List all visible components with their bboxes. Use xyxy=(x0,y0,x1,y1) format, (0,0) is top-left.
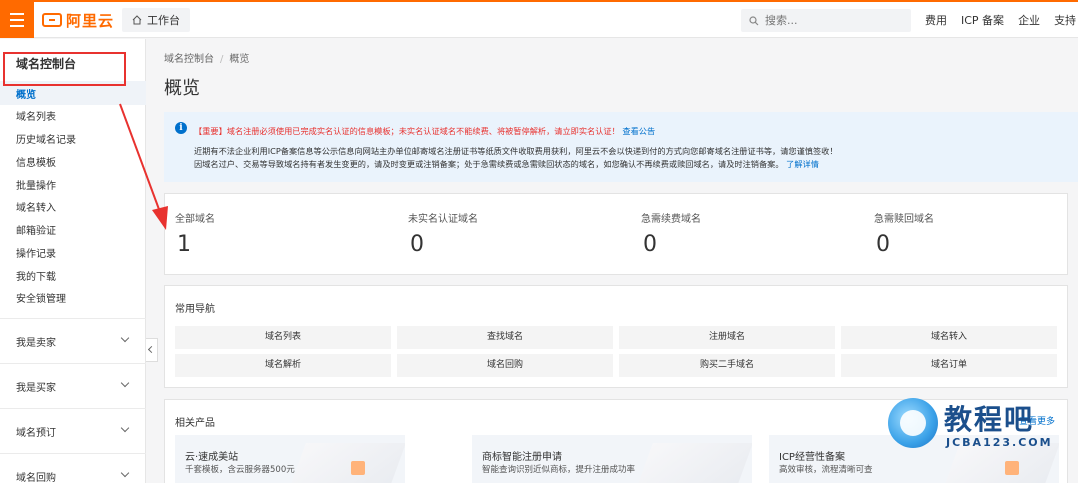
top-bar: 阿里云 工作台 费用 ICP 备案 企业 支持 工 xyxy=(0,2,1078,38)
notice-line-3: 因域名过户、交易等导致域名持有者发生变更的，请及时变更或注销备案；处于急需续费或… xyxy=(194,158,819,170)
sidebar: 域名控制台 概览 域名列表 历史域名记录 信息模板 批量操作 域名转入 邮箱验证… xyxy=(0,39,146,483)
product-desc: 智能查询识别近似商标，提升注册成功率 xyxy=(482,465,636,475)
notice-banner: i 【重要】域名注册必须使用已完成实名认证的信息模板；未实名认证域名不能续费、将… xyxy=(164,112,1078,182)
sidebar-group-reserve[interactable]: 域名预订 xyxy=(0,408,146,453)
aliyun-logo[interactable]: 阿里云 xyxy=(42,10,114,30)
product-desc: 高效审核，流程清晰可查 xyxy=(779,465,873,475)
product-title: ICP经营性备案 xyxy=(779,452,845,463)
product-illustration xyxy=(631,443,752,483)
sidebar-group-label: 我是买家 xyxy=(16,383,56,394)
sidebar-item-downloads[interactable]: 我的下载 xyxy=(16,268,56,283)
sidebar-item-security-lock[interactable]: 安全锁管理 xyxy=(16,290,66,305)
info-icon: i xyxy=(175,122,187,134)
watermark: 教程吧 JCBA123.COM xyxy=(888,398,1063,452)
top-link-icp[interactable]: ICP 备案 xyxy=(961,12,1004,28)
nav-domain-list-button[interactable]: 域名列表 xyxy=(175,326,391,349)
stat-value[interactable]: 0 xyxy=(643,232,657,257)
nav-register-domain-button[interactable]: 注册域名 xyxy=(619,326,835,349)
stats-card: 全部域名 1 未实名认证域名 0 急需续费域名 0 急需赎回域名 0 xyxy=(164,193,1068,275)
chevron-left-icon xyxy=(147,345,156,354)
product-illustration xyxy=(284,443,405,483)
nav-orders-button[interactable]: 域名订单 xyxy=(841,354,1057,377)
sidebar-item-transfer-in[interactable]: 域名转入 xyxy=(16,199,56,214)
watermark-subtitle: JCBA123.COM xyxy=(946,436,1053,449)
quick-nav-title: 常用导航 xyxy=(175,304,215,315)
stat-value[interactable]: 1 xyxy=(177,232,191,257)
breadcrumb: 域名控制台 / 概览 xyxy=(164,54,250,65)
product-illustration-accent xyxy=(1005,461,1019,475)
top-link-fee[interactable]: 费用 xyxy=(925,12,947,28)
chevron-down-icon xyxy=(120,333,130,343)
aliyun-logo-icon xyxy=(42,13,62,27)
products-title: 相关产品 xyxy=(175,418,215,429)
workbench-button[interactable]: 工作台 xyxy=(122,8,190,32)
search-input[interactable] xyxy=(765,14,905,27)
sidebar-item-history[interactable]: 历史域名记录 xyxy=(16,131,76,146)
stat-label: 急需赎回域名 xyxy=(874,214,934,225)
notice-important-text: 【重要】域名注册必须使用已完成实名认证的信息模板；未实名认证域名不能续费、将被暂… xyxy=(194,126,620,136)
notice-link[interactable]: 查看公告 xyxy=(622,126,655,136)
sidebar-group-label: 域名回购 xyxy=(16,473,56,483)
stat-value[interactable]: 0 xyxy=(876,232,890,257)
watermark-logo-icon xyxy=(888,398,938,448)
product-title: 商标智能注册申请 xyxy=(482,452,562,463)
chevron-down-icon xyxy=(120,468,130,478)
sidebar-item-templates[interactable]: 信息模板 xyxy=(16,154,56,169)
notice-important: 【重要】域名注册必须使用已完成实名认证的信息模板；未实名认证域名不能续费、将被暂… xyxy=(194,125,655,137)
sidebar-group-label: 域名预订 xyxy=(16,428,56,439)
sidebar-group-buyback[interactable]: 域名回购 xyxy=(0,453,146,483)
annotation-box xyxy=(3,52,126,86)
breadcrumb-console[interactable]: 域名控制台 xyxy=(164,54,214,65)
product-title: 云·速成美站 xyxy=(185,452,239,463)
watermark-title: 教程吧 xyxy=(944,403,1035,436)
hamburger-menu-button[interactable] xyxy=(0,2,34,38)
sidebar-group-seller[interactable]: 我是卖家 xyxy=(0,318,146,363)
nav-dns-button[interactable]: 域名解析 xyxy=(175,354,391,377)
top-link-support[interactable]: 支持 xyxy=(1054,12,1076,28)
sidebar-item-batch[interactable]: 批量操作 xyxy=(16,177,56,192)
stat-label: 全部域名 xyxy=(175,214,215,225)
quick-nav-card: 常用导航 域名列表 查找域名 注册域名 域名转入 域名解析 域名回购 购买二手域… xyxy=(164,285,1068,388)
sidebar-collapse-button[interactable] xyxy=(146,338,158,362)
logo-text: 阿里云 xyxy=(66,11,115,30)
nav-buy-used-button[interactable]: 购买二手域名 xyxy=(619,354,835,377)
product-illustration-accent xyxy=(351,461,365,475)
sidebar-item-domain-list[interactable]: 域名列表 xyxy=(16,108,56,123)
chevron-down-icon xyxy=(120,378,130,388)
page-title: 概览 xyxy=(164,78,200,99)
notice-line-2: 近期有不法企业利用ICP备案信息等公示信息向网站主办单位邮寄域名注册证书等纸质文… xyxy=(194,146,838,156)
search-icon xyxy=(749,15,759,25)
sidebar-item-op-log[interactable]: 操作记录 xyxy=(16,245,56,260)
home-icon xyxy=(132,15,142,25)
stat-label: 急需续费域名 xyxy=(641,214,701,225)
nav-buyback-button[interactable]: 域名回购 xyxy=(397,354,613,377)
search-box[interactable] xyxy=(741,9,911,32)
product-card-site[interactable]: 云·速成美站 千套模板，含云服务器500元 xyxy=(175,435,405,483)
learn-more-link[interactable]: 了解详情 xyxy=(786,159,819,169)
product-card-trademark[interactable]: 商标智能注册申请 智能查询识别近似商标，提升注册成功率 xyxy=(472,435,752,483)
sidebar-item-email-verify[interactable]: 邮箱验证 xyxy=(16,222,56,237)
chevron-down-icon xyxy=(120,423,130,433)
sidebar-group-buyer[interactable]: 我是买家 xyxy=(0,363,146,408)
product-desc: 千套模板，含云服务器500元 xyxy=(185,465,295,475)
sidebar-group-label: 我是卖家 xyxy=(16,338,56,349)
nav-search-domain-button[interactable]: 查找域名 xyxy=(397,326,613,349)
top-links: 费用 ICP 备案 企业 支持 工 xyxy=(925,2,1078,38)
top-link-enterprise[interactable]: 企业 xyxy=(1018,12,1040,28)
nav-transfer-in-button[interactable]: 域名转入 xyxy=(841,326,1057,349)
notice-line-3-text: 因域名过户、交易等导致域名持有者发生变更的，请及时变更或注销备案；处于急需续费或… xyxy=(194,159,784,169)
stat-label: 未实名认证域名 xyxy=(408,214,478,225)
workbench-label: 工作台 xyxy=(147,14,180,27)
breadcrumb-overview: 概览 xyxy=(229,54,250,65)
stat-value[interactable]: 0 xyxy=(410,232,424,257)
sidebar-item-overview[interactable]: 概览 xyxy=(16,86,36,101)
